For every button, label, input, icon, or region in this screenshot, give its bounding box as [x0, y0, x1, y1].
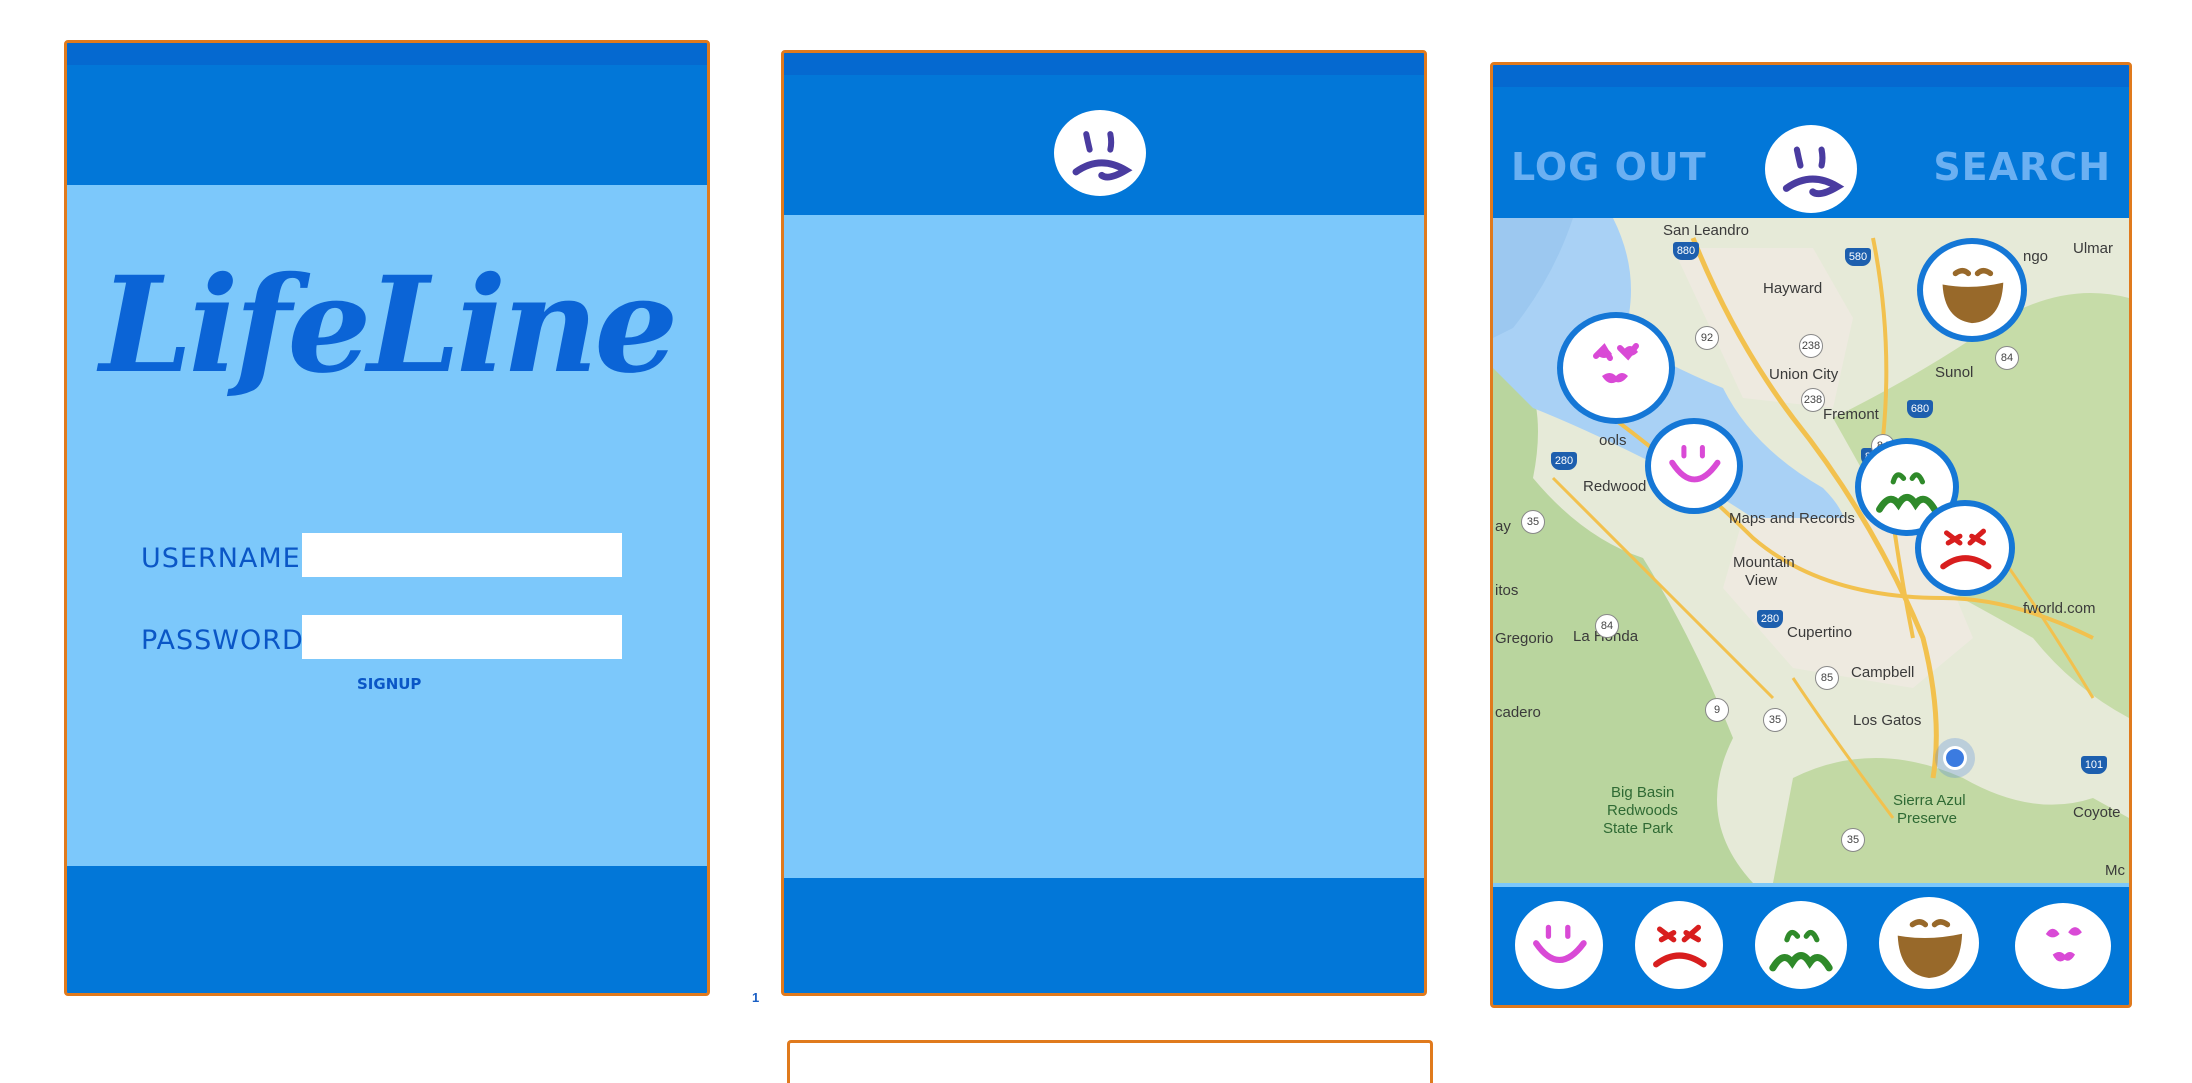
username-label: USERNAME: [141, 543, 301, 574]
highway-shield: 280: [1551, 452, 1577, 470]
map-label: Mc: [2105, 862, 2125, 879]
love-face-icon[interactable]: [2015, 903, 2111, 989]
map-label: San Leandro: [1663, 222, 1749, 239]
password-label: PASSWORD: [141, 625, 304, 656]
laughing-face-icon[interactable]: [1917, 238, 2027, 342]
map-screen: LOG OUT SEARCH San Leandro Hayward Union…: [1490, 62, 2132, 1008]
sick-face-icon[interactable]: [1755, 901, 1847, 989]
happy-face-icon[interactable]: [1645, 418, 1743, 514]
map-label: Preserve: [1897, 810, 1958, 827]
signup-link[interactable]: SIGNUP: [357, 675, 421, 693]
login-footer-bar: [67, 866, 707, 993]
blank-footer-bar: [784, 878, 1424, 993]
route-marker: 35: [1521, 510, 1545, 534]
route-marker: 92: [1695, 326, 1719, 350]
sad-face-icon[interactable]: [1765, 125, 1857, 213]
map-label: Maps and Records: [1729, 510, 1855, 527]
laughing-face-icon[interactable]: [1879, 897, 1979, 989]
blank-screen: [781, 50, 1427, 996]
map-label: Gregorio: [1495, 630, 1554, 647]
map-label: Big Basin: [1611, 784, 1675, 801]
map-label: itos: [1495, 582, 1519, 599]
password-input[interactable]: [302, 615, 622, 659]
login-header-bar: [67, 43, 707, 185]
map-label: cadero: [1495, 704, 1541, 721]
map-label: Coyote: [2073, 804, 2121, 821]
map-label: Union City: [1769, 366, 1839, 383]
map-label: Cupertino: [1787, 624, 1853, 641]
blank-header-bar: [784, 53, 1424, 215]
login-screen: LifeLine USERNAME PASSWORD SIGNUP: [64, 40, 710, 996]
map-label: Hayward: [1763, 280, 1823, 297]
map-view[interactable]: San Leandro Hayward Union City Sunol Fre…: [1493, 218, 2129, 883]
map-label: Mountain: [1733, 554, 1795, 571]
route-marker: 9: [1705, 698, 1729, 722]
highway-shield: 101: [2081, 756, 2107, 774]
map-label: Sierra Azul: [1893, 792, 1966, 809]
route-marker: 85: [1815, 666, 1839, 690]
map-label: Ulmar: [2073, 240, 2113, 257]
map-header-bar: LOG OUT SEARCH: [1493, 65, 2129, 229]
current-location-dot: [1943, 746, 1967, 770]
lifeline-logo: LifeLine: [99, 248, 679, 403]
route-marker: 84: [1595, 614, 1619, 638]
mood-selector-bar: [1493, 887, 2129, 1005]
love-face-icon[interactable]: [1557, 312, 1675, 424]
route-marker: 35: [1841, 828, 1865, 852]
highway-shield: 580: [1845, 248, 1871, 266]
map-label: Sunol: [1935, 364, 1974, 381]
sad-face-icon[interactable]: [1054, 110, 1146, 196]
map-label: Campbell: [1851, 664, 1915, 681]
map-label: State Park: [1603, 820, 1674, 837]
map-label: ay: [1495, 518, 1511, 535]
page-number: 1: [752, 990, 760, 1005]
map-label: fworld.com: [2023, 600, 2096, 617]
route-marker: 238: [1799, 334, 1823, 358]
map-label: Los Gatos: [1853, 712, 1922, 729]
route-marker: 35: [1763, 708, 1787, 732]
highway-shield: 680: [1907, 400, 1933, 418]
angry-face-icon[interactable]: [1915, 500, 2015, 596]
map-label: Fremont: [1823, 406, 1879, 423]
highway-shield: 880: [1673, 242, 1699, 260]
logout-button[interactable]: LOG OUT: [1511, 145, 1707, 189]
angry-face-icon[interactable]: [1635, 901, 1723, 989]
username-input[interactable]: [302, 533, 622, 577]
search-button[interactable]: SEARCH: [1933, 145, 2111, 189]
map-label: ools: [1599, 432, 1627, 449]
route-marker: 238: [1801, 388, 1825, 412]
next-screen-frame: [787, 1040, 1433, 1083]
route-marker: 84: [1995, 346, 2019, 370]
happy-face-icon[interactable]: [1515, 901, 1603, 989]
map-label: Redwoods: [1607, 802, 1678, 819]
highway-shield: 280: [1757, 610, 1783, 628]
map-label: ngo: [2023, 248, 2049, 265]
map-label: View: [1745, 572, 1778, 589]
